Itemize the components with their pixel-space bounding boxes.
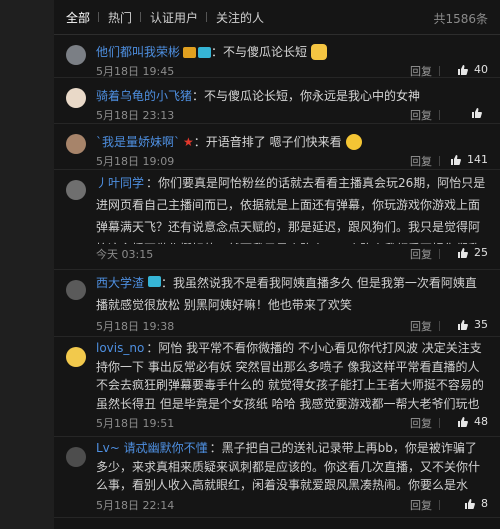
like-count: 35: [474, 318, 488, 331]
comment-panel: 全部 热门 认证用户 关注的人 共1586条 他们都叫我荣彬 ：不与傻瓜论长短 …: [54, 0, 500, 529]
like-button[interactable]: 40: [457, 63, 488, 76]
comment-item: lovis_no ：阿怡 我平常不看你微播的 不小心看见你代打风波 决定关注支持你…: [54, 337, 500, 437]
divider: [439, 156, 440, 166]
comment-text: ：开语音排了 嗯子们快来看: [193, 135, 342, 149]
reply-button[interactable]: 回复: [410, 318, 432, 334]
comment-username[interactable]: 丿叶同学: [96, 176, 144, 190]
like-button[interactable]: 8: [464, 497, 488, 510]
comment-text: ：不与傻瓜论长短: [211, 45, 308, 59]
avatar[interactable]: [66, 88, 86, 108]
comment-item: `我是量娇妹啊` ★ ：开语音排了 嗯子们快来看 5月18日 19:09 回复 …: [54, 124, 500, 170]
divider: [439, 110, 440, 120]
divider: [439, 418, 440, 428]
divider: [439, 321, 440, 331]
like-button[interactable]: 25: [457, 246, 488, 259]
tab-following[interactable]: 关注的人: [206, 9, 273, 26]
divider: [439, 249, 440, 259]
star-badge-icon: ★: [183, 135, 194, 149]
comment-item: 西大学渣 ：我虽然说我不是看我阿姨直播多久 但是我第一次看阿姨直播就感觉很放松 别…: [54, 270, 500, 337]
cat-emoji-icon: [311, 44, 328, 60]
avatar[interactable]: [66, 134, 86, 154]
comment-meta: 5月18日 19:09 回复 141: [96, 151, 488, 171]
reply-button[interactable]: 回复: [410, 63, 432, 79]
comment-time: 5月18日 19:09: [96, 155, 175, 168]
comment-total: 共1586条: [433, 12, 488, 26]
comment-time: 5月18日 19:38: [96, 320, 175, 333]
avatar[interactable]: [66, 280, 86, 300]
comment-text: ：阿怡 我平常不看你微播的 不小心看见你代打风波 决定关注支持你一下 事出反常必…: [96, 341, 484, 411]
comment-time: 5月18日 22:14: [96, 499, 175, 512]
comment-username[interactable]: `我是量娇妹啊`: [96, 133, 180, 151]
comment-username[interactable]: lovis_no: [96, 341, 144, 355]
comment-time: 5月18日 19:45: [96, 65, 175, 78]
like-count: 48: [474, 415, 488, 428]
comment-username[interactable]: 西大学渣: [96, 276, 144, 290]
comment-item: Lv~ 请忒幽默你不懂 ：黑子把自己的送礼记录带上再bb，你是被诈骗了多少，来求真…: [54, 437, 500, 518]
thumbs-up-icon: [458, 64, 468, 75]
comment-meta: 今天 03:15 回复 25: [96, 244, 488, 264]
divider: [439, 66, 440, 76]
comment-meta: 5月18日 19:51 回复 48: [96, 413, 488, 433]
avatar[interactable]: [66, 45, 86, 65]
comment-item: 骑着乌龟的小飞猪 ：不与傻瓜论长短，你永远是我心中的女神 5月18日 23:13…: [54, 78, 500, 124]
divider: [439, 500, 440, 510]
comment-text: ：你们要真是阿怡粉丝的话就去看看主播真会玩26期，阿怡只是进网页看自己主播间而已…: [96, 176, 486, 244]
reply-button[interactable]: 回复: [410, 246, 432, 262]
tab-verified[interactable]: 认证用户: [140, 9, 207, 26]
tab-hot[interactable]: 热门: [98, 9, 141, 26]
thumbs-up-icon: [458, 247, 468, 258]
comment-item: 他们都叫我荣彬 ：不与傻瓜论长短 5月18日 19:45 回复 40: [54, 35, 500, 78]
comment-item: 丿叶同学 ：你们要真是阿怡粉丝的话就去看看主播真会玩26期，阿怡只是进网页看自己主…: [54, 170, 500, 270]
like-button[interactable]: 48: [457, 415, 488, 428]
thumbs-up-icon: [458, 416, 468, 427]
like-count: 141: [467, 153, 488, 166]
avatar[interactable]: [66, 347, 86, 367]
reply-button[interactable]: 回复: [410, 415, 432, 431]
smile-emoji-icon: [345, 134, 362, 150]
reply-button[interactable]: 回复: [410, 153, 432, 169]
camera-badge-icon: [148, 276, 162, 287]
thumbs-up-icon: [458, 319, 468, 330]
reply-button[interactable]: 回复: [410, 107, 432, 123]
reply-button[interactable]: 回复: [410, 497, 432, 513]
like-button[interactable]: [471, 107, 488, 119]
comment-time: 今天 03:15: [96, 248, 154, 261]
vip-badge-icon: [183, 46, 197, 58]
comment-username[interactable]: 他们都叫我荣彬: [96, 43, 180, 61]
like-count: 25: [474, 246, 488, 259]
avatar[interactable]: [66, 180, 86, 200]
avatar[interactable]: [66, 447, 86, 467]
comment-filter-tabs: 全部 热门 认证用户 关注的人 共1586条: [54, 0, 500, 35]
tab-all[interactable]: 全部: [66, 9, 99, 26]
comment-meta: 5月18日 23:13 回复: [96, 105, 488, 125]
thumbs-up-icon: [451, 154, 461, 165]
comment-time: 5月18日 19:51: [96, 417, 175, 430]
like-count: 8: [481, 497, 488, 510]
comment-time: 5月18日 23:13: [96, 109, 175, 122]
thumbs-up-icon: [465, 498, 475, 509]
like-button[interactable]: 141: [450, 153, 488, 166]
comment-text: ：不与傻瓜论长短，你永远是我心中的女神: [192, 89, 421, 103]
comment-meta: 5月18日 22:14 回复 8: [96, 495, 488, 515]
camera-badge-icon: [198, 46, 212, 58]
comment-username[interactable]: Lv~ 请忒幽默你不懂: [96, 441, 208, 455]
thumbs-up-icon: [472, 108, 482, 118]
like-count: 40: [474, 63, 488, 76]
comment-username[interactable]: 骑着乌龟的小飞猪: [96, 87, 192, 105]
comment-meta: 5月18日 19:38 回复 35: [96, 316, 488, 336]
like-button[interactable]: 35: [457, 318, 488, 331]
